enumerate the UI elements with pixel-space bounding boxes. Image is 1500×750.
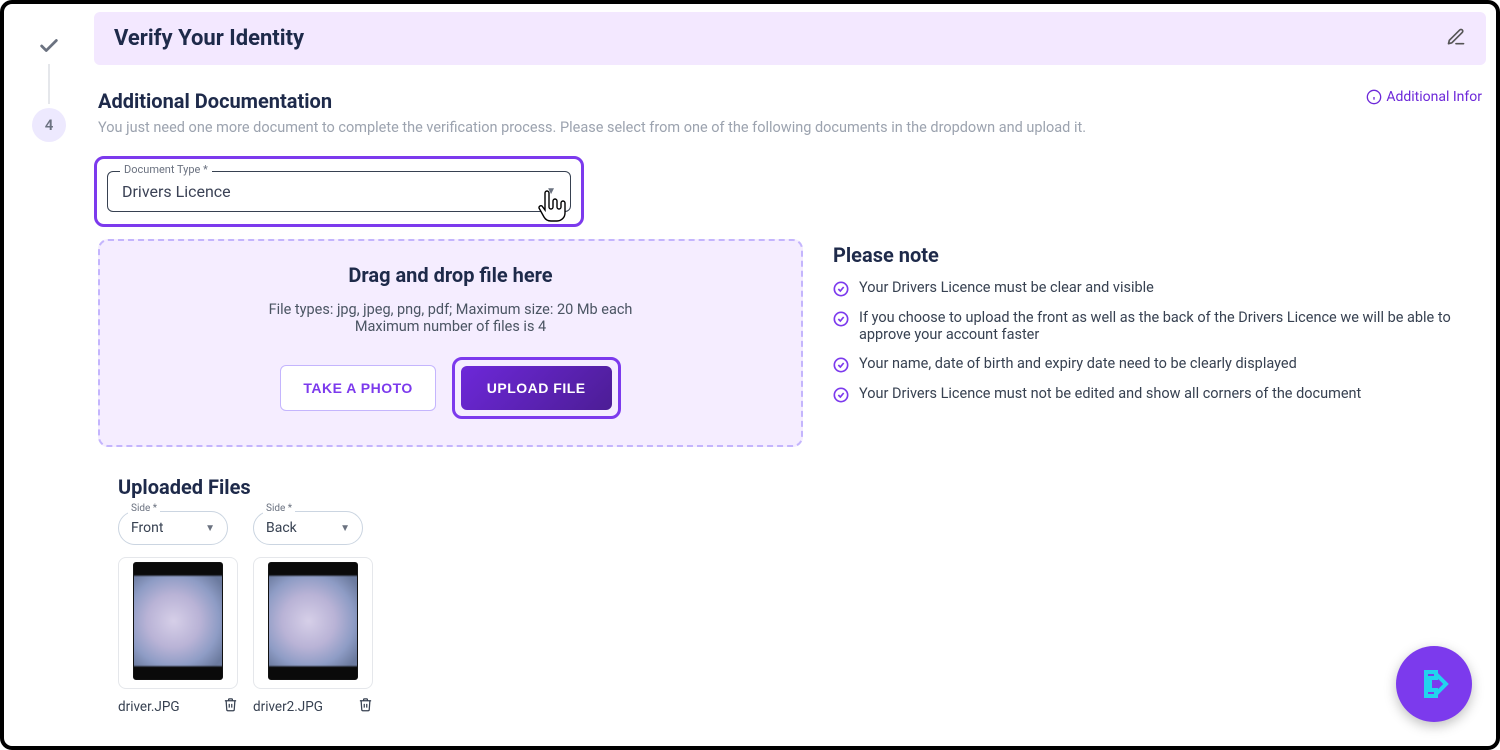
additional-info-link[interactable]: Additional Infor — [1366, 89, 1482, 105]
chevron-down-icon: ▼ — [340, 523, 350, 534]
document-type-value: Drivers Licence — [122, 182, 231, 201]
chevron-down-icon: ▼ — [205, 523, 215, 534]
file-thumbnail — [268, 562, 358, 680]
header-bar: Verify Your Identity — [94, 12, 1486, 65]
upload-file-highlight: UPLOAD FILE — [452, 357, 621, 419]
notes-panel: Please note Your Drivers Licence must be… — [823, 239, 1486, 447]
dropzone-title: Drag and drop file here — [120, 263, 781, 287]
chevron-down-icon: ▼ — [546, 186, 556, 197]
delete-icon[interactable] — [358, 697, 373, 716]
side-select-label: Side * — [128, 503, 160, 514]
note-item: Your name, date of birth and expiry date… — [833, 355, 1486, 373]
notes-title: Please note — [833, 243, 1486, 267]
step-number-badge: 4 — [32, 108, 66, 142]
section-title: Additional Documentation — [98, 89, 1086, 113]
document-type-select[interactable]: Document Type * Drivers Licence ▼ — [107, 171, 571, 212]
delete-icon[interactable] — [223, 697, 238, 716]
file-name: driver2.JPG — [253, 699, 323, 715]
note-item: Your Drivers Licence must not be edited … — [833, 385, 1486, 403]
note-text: Your name, date of birth and expiry date… — [859, 355, 1297, 372]
file-thumbnail-card[interactable] — [253, 557, 373, 689]
uploaded-files-title: Uploaded Files — [118, 475, 1486, 499]
note-text: Your Drivers Licence must be clear and v… — [859, 279, 1154, 296]
side-select-label: Side * — [263, 503, 295, 514]
side-select-value: Front — [131, 520, 163, 536]
step-connector — [48, 64, 50, 104]
page-title: Verify Your Identity — [114, 26, 304, 51]
side-select[interactable]: Front ▼ — [118, 511, 228, 545]
note-text: If you choose to upload the front as wel… — [859, 309, 1486, 343]
logo-icon — [1412, 662, 1456, 706]
step-complete-icon — [35, 32, 63, 60]
section-description: You just need one more document to compl… — [98, 119, 1086, 136]
note-item: If you choose to upload the front as wel… — [833, 309, 1486, 343]
uploaded-file: Side * Front ▼ driver.JPG — [118, 511, 223, 716]
edit-icon[interactable] — [1446, 27, 1466, 51]
note-text: Your Drivers Licence must not be edited … — [859, 385, 1361, 402]
side-select-value: Back — [266, 520, 297, 536]
dropzone-filetypes: File types: jpg, jpeg, png, pdf; Maximum… — [120, 301, 781, 318]
file-thumbnail — [133, 562, 223, 680]
file-name: driver.JPG — [118, 699, 180, 715]
side-select[interactable]: Back ▼ — [253, 511, 363, 545]
file-dropzone[interactable]: Drag and drop file here File types: jpg,… — [98, 239, 803, 447]
note-item: Your Drivers Licence must be clear and v… — [833, 279, 1486, 297]
document-type-label: Document Type * — [120, 163, 212, 176]
document-type-highlight: Document Type * Drivers Licence ▼ — [94, 156, 584, 227]
help-fab[interactable] — [1396, 646, 1472, 722]
additional-info-label: Additional Infor — [1386, 89, 1482, 105]
take-photo-button[interactable]: TAKE A PHOTO — [280, 365, 435, 411]
upload-file-button[interactable]: UPLOAD FILE — [461, 366, 612, 410]
uploaded-file: Side * Back ▼ driver2.JPG — [253, 511, 358, 716]
file-thumbnail-card[interactable] — [118, 557, 238, 689]
dropzone-maxfiles: Maximum number of files is 4 — [120, 318, 781, 335]
